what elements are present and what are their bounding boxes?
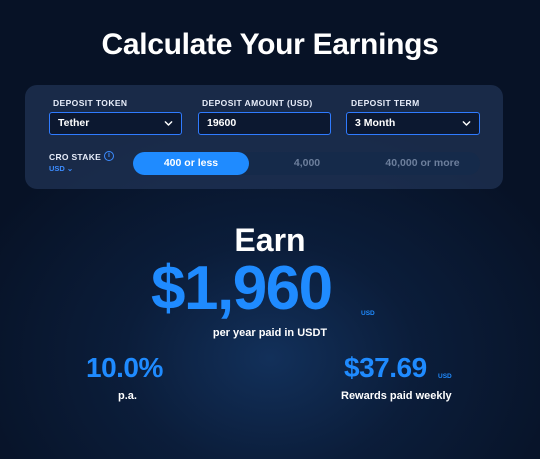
deposit-amount-value: 19600 (207, 117, 237, 129)
deposit-amount-input[interactable]: 19600 (198, 112, 331, 135)
deposit-amount-label: DEPOSIT AMOUNT (USD) (202, 98, 313, 108)
cro-stake-label: CRO STAKE (49, 152, 102, 162)
deposit-term-label: DEPOSIT TERM (351, 98, 420, 108)
annual-earnings-unit: USD (361, 310, 375, 317)
chevron-down-icon (164, 121, 173, 126)
annual-earnings-amount: $1,960 (151, 254, 333, 323)
deposit-token-select[interactable]: Tether (49, 112, 182, 135)
annual-earnings-caption: per year paid in USDT (212, 327, 328, 339)
interest-rate-label: p.a. (118, 390, 137, 402)
stake-currency-select[interactable]: USD ⌄ (49, 164, 73, 173)
info-icon[interactable]: i (104, 151, 114, 161)
chevron-down-icon (462, 121, 471, 126)
interest-rate: 10.0% (86, 352, 163, 383)
weekly-rewards-unit: USD (438, 373, 452, 380)
weekly-rewards-amount: $37.69 (344, 352, 427, 383)
stake-option-400-or-less[interactable]: 400 or less (133, 152, 249, 175)
deposit-term-select[interactable]: 3 Month (346, 112, 480, 135)
deposit-token-value: Tether (58, 117, 90, 129)
stake-option-4000[interactable]: 4,000 (249, 152, 365, 175)
weekly-rewards-label: Rewards paid weekly (341, 390, 452, 402)
deposit-token-label: DEPOSIT TOKEN (53, 98, 128, 108)
page-title: Calculate Your Earnings (101, 28, 439, 61)
deposit-term-value: 3 Month (355, 117, 396, 129)
cro-stake-selector: 400 or less 4,000 40,000 or more (133, 152, 480, 175)
stake-option-40000-or-more[interactable]: 40,000 or more (365, 152, 480, 175)
